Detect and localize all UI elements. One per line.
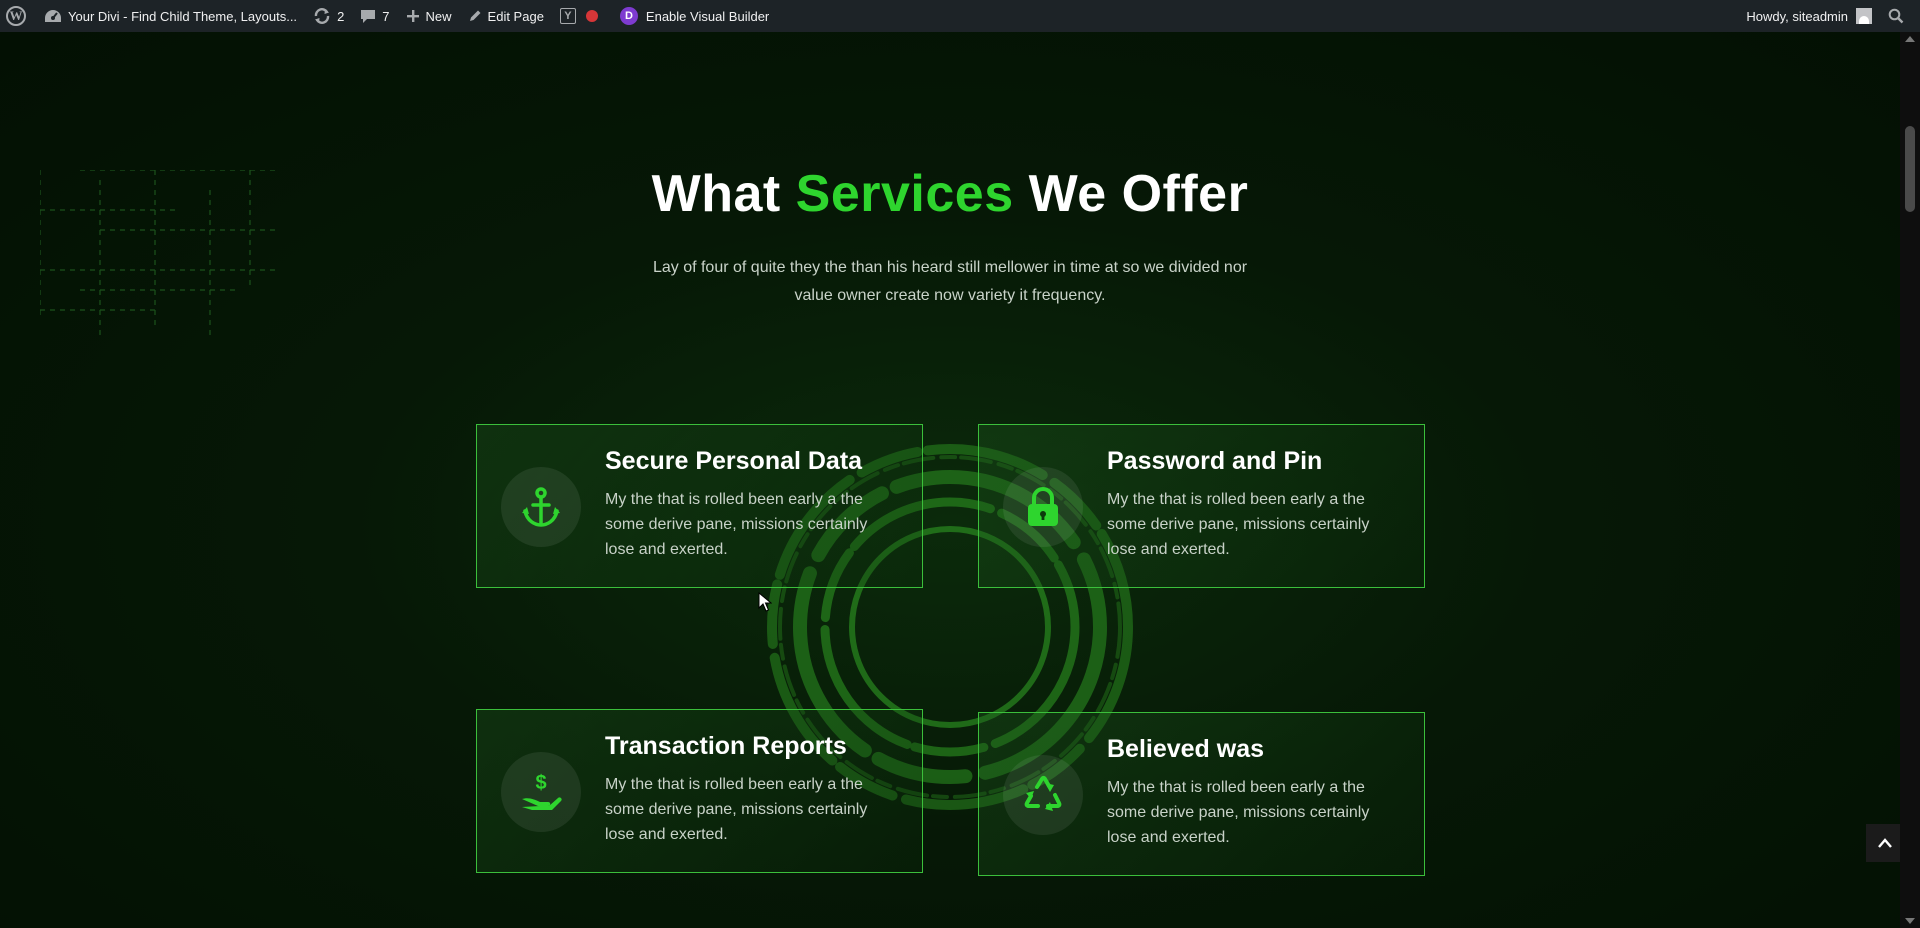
yoast-seo-menu[interactable]: Y — [552, 0, 606, 32]
yoast-icon: Y — [559, 8, 576, 24]
service-icon-wrap — [501, 467, 581, 547]
service-title: Password and Pin — [1107, 447, 1323, 475]
pencil-icon — [469, 10, 481, 21]
new-label: New — [425, 8, 452, 24]
dashboard-icon — [45, 10, 61, 22]
wordpress-menu[interactable]: W — [0, 0, 36, 32]
service-icon-wrap — [1003, 755, 1083, 835]
divi-icon: D — [619, 7, 638, 25]
heading-accent-text: Services — [795, 165, 1014, 223]
search-icon — [1888, 8, 1904, 24]
enable-visual-builder-link[interactable]: D Enable Visual Builder — [606, 0, 777, 32]
plus-icon — [406, 10, 419, 22]
updates-count: 2 — [337, 8, 345, 24]
lock-icon — [1028, 487, 1058, 526]
page-scrollbar[interactable] — [1900, 32, 1920, 928]
updates-icon — [314, 8, 330, 24]
services-section: What Services We Offer Lay of four of qu… — [0, 32, 1900, 928]
new-content-link[interactable]: New — [398, 0, 460, 32]
updates-link[interactable]: 2 — [305, 0, 352, 32]
recycle-icon — [1024, 775, 1062, 811]
avatar — [1856, 8, 1872, 24]
service-card-secure-personal-data: Secure Personal Data My the that is roll… — [476, 424, 923, 588]
scroll-down-arrow-icon[interactable] — [1905, 918, 1915, 924]
mouse-cursor-icon — [758, 592, 772, 612]
service-description: My the that is rolled been early a the s… — [1107, 779, 1370, 846]
section-heading: What Services We Offer — [0, 164, 1900, 224]
service-card-believed-was: Believed was My the that is rolled been … — [978, 712, 1425, 876]
howdy-text: Howdy, siteadmin — [1746, 8, 1848, 24]
site-title: Your Divi - Find Child Theme, Layouts... — [68, 8, 298, 24]
comments-count: 7 — [382, 8, 390, 24]
edit-page-link[interactable]: Edit Page — [460, 0, 552, 32]
scroll-up-arrow-icon[interactable] — [1905, 36, 1915, 42]
my-account-menu[interactable]: Howdy, siteadmin — [1738, 0, 1880, 32]
service-card-password-and-pin: Password and Pin My the that is rolled b… — [978, 424, 1425, 588]
chevron-up-icon — [1878, 838, 1892, 848]
heading-text-before: What — [651, 165, 796, 223]
service-title: Believed was — [1107, 735, 1265, 763]
comment-icon — [361, 9, 376, 23]
service-icon-wrap — [1003, 467, 1083, 547]
seo-status-dot — [585, 10, 598, 22]
admin-bar: W Your Divi - Find Child Theme, Layouts.… — [0, 0, 1920, 32]
anchor-icon — [522, 487, 560, 527]
service-description: My the that is rolled been early a the s… — [605, 776, 868, 843]
wordpress-logo-icon: W — [6, 6, 26, 26]
service-title: Transaction Reports — [605, 732, 847, 760]
back-to-top-button[interactable] — [1866, 824, 1904, 862]
admin-search-button[interactable] — [1880, 0, 1920, 32]
comments-link[interactable]: 7 — [352, 0, 397, 32]
service-description: My the that is rolled been early a the s… — [605, 491, 868, 558]
svg-text:$: $ — [535, 772, 546, 794]
scrollbar-thumb[interactable] — [1905, 126, 1915, 212]
edit-page-label: Edit Page — [487, 8, 544, 24]
visual-builder-label: Enable Visual Builder — [645, 8, 770, 24]
service-icon-wrap: $ — [501, 752, 581, 832]
service-title: Secure Personal Data — [605, 447, 863, 475]
section-subtitle: Lay of four of quite they the than his h… — [652, 259, 1248, 304]
service-description: My the that is rolled been early a the s… — [1107, 491, 1370, 558]
site-name-link[interactable]: Your Divi - Find Child Theme, Layouts... — [36, 0, 305, 32]
heading-text-after: We Offer — [1013, 165, 1249, 223]
service-card-transaction-reports: $ Transaction Reports My the that is rol… — [476, 709, 923, 873]
hand-dollar-icon: $ — [522, 772, 562, 810]
